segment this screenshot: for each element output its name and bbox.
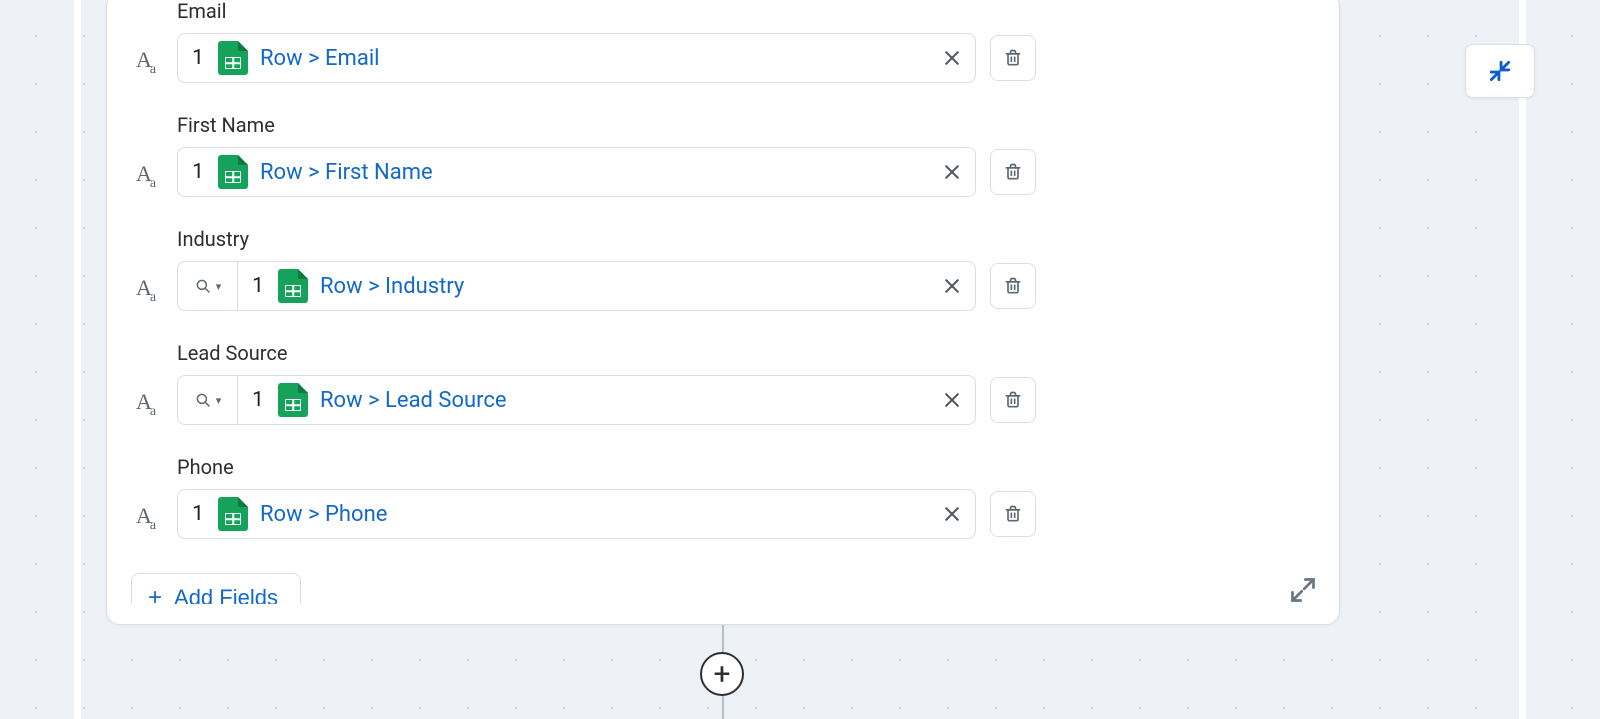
delete-field-button[interactable] <box>990 35 1036 81</box>
step-order-badge: 1 <box>178 160 218 184</box>
add-fields-label: Add Fields <box>174 585 278 604</box>
field-value-link[interactable]: Row > Lead Source <box>308 388 929 413</box>
delete-field-button[interactable] <box>990 263 1036 309</box>
lookup-picker-button[interactable]: ▾ <box>178 376 238 424</box>
add-step-button[interactable]: + <box>700 652 744 696</box>
step-order-badge: 1 <box>178 502 218 526</box>
field-label: Email <box>177 0 1036 23</box>
field-value-input[interactable]: 1 Row > Phone <box>177 489 976 539</box>
field-value-link[interactable]: Row > Email <box>248 46 929 71</box>
text-type-icon: Aa <box>131 505 163 527</box>
paper-edge-right <box>1519 0 1526 719</box>
step-card: Email Aa 1 Row > Email First Name Aa 1 Row > Fi… <box>106 0 1340 625</box>
text-type-icon: Aa <box>131 49 163 71</box>
plus-icon: + <box>148 586 162 604</box>
clear-value-button[interactable] <box>929 490 975 538</box>
clear-value-button[interactable] <box>929 34 975 82</box>
text-type-icon: Aa <box>131 277 163 299</box>
collapse-panel-button[interactable] <box>1465 44 1535 98</box>
add-fields-button[interactable]: + Add Fields <box>131 573 301 604</box>
step-order-badge: 1 <box>178 46 218 70</box>
google-sheets-icon <box>218 497 248 531</box>
expand-card-button[interactable] <box>1289 576 1317 604</box>
field-value-link[interactable]: Row > Phone <box>248 502 929 527</box>
step-order-badge: 1 <box>238 388 278 412</box>
field-value-link[interactable]: Row > Industry <box>308 274 929 299</box>
field-label: Industry <box>177 227 1036 251</box>
field-value-link[interactable]: Row > First Name <box>248 160 929 185</box>
google-sheets-icon <box>218 155 248 189</box>
delete-field-button[interactable] <box>990 149 1036 195</box>
google-sheets-icon <box>278 269 308 303</box>
text-type-icon: Aa <box>131 391 163 413</box>
chevron-down-icon: ▾ <box>216 280 222 293</box>
paper-edge-left <box>74 0 81 719</box>
field-row: Lead Source Aa ▾ 1 Row > Lead Source <box>131 341 1036 425</box>
clear-value-button[interactable] <box>929 262 975 310</box>
lookup-picker-button[interactable]: ▾ <box>178 262 238 310</box>
field-row: Industry Aa ▾ 1 Row > Industry <box>131 227 1036 311</box>
delete-field-button[interactable] <box>990 377 1036 423</box>
field-value-input[interactable]: 1 Row > Email <box>177 33 976 83</box>
field-value-input[interactable]: 1 Row > First Name <box>177 147 976 197</box>
field-label: Lead Source <box>177 341 1036 365</box>
google-sheets-icon <box>218 41 248 75</box>
field-label: Phone <box>177 455 1036 479</box>
text-type-icon: Aa <box>131 163 163 185</box>
field-label: First Name <box>177 113 1036 137</box>
clear-value-button[interactable] <box>929 148 975 196</box>
google-sheets-icon <box>278 383 308 417</box>
field-row: First Name Aa 1 Row > First Name <box>131 113 1036 197</box>
field-value-input[interactable]: ▾ 1 Row > Industry <box>177 261 976 311</box>
field-row: Phone Aa 1 Row > Phone <box>131 455 1036 539</box>
clear-value-button[interactable] <box>929 376 975 424</box>
field-row: Email Aa 1 Row > Email <box>131 0 1036 83</box>
field-value-input[interactable]: ▾ 1 Row > Lead Source <box>177 375 976 425</box>
step-order-badge: 1 <box>238 274 278 298</box>
chevron-down-icon: ▾ <box>216 394 222 407</box>
delete-field-button[interactable] <box>990 491 1036 537</box>
